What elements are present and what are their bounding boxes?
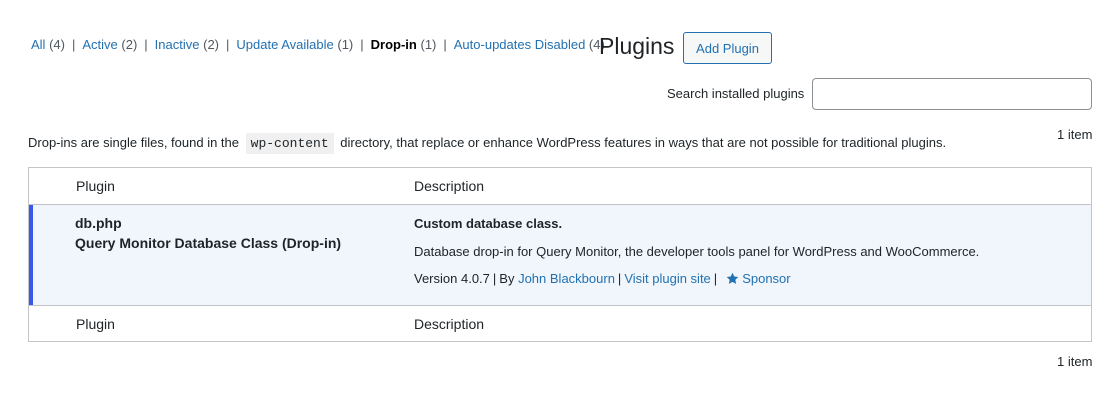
plugin-status-filters: All (4) | Active (2) | Inactive (2) | Update A…: [31, 37, 605, 53]
filter-update-available-link[interactable]: Update Available: [236, 37, 333, 52]
filter-autoupdates-disabled-link[interactable]: Auto-updates Disabled: [454, 37, 586, 52]
filter-dropin-count: (1): [420, 37, 437, 52]
dropins-note-after: directory, that replace or enhance WordP…: [340, 135, 947, 150]
filter-separator: |: [144, 37, 148, 52]
plugin-file-name: db.php: [75, 215, 122, 231]
filter-active-link[interactable]: Active: [82, 37, 117, 52]
filter-separator: |: [226, 37, 230, 52]
sponsor-label: Sponsor: [742, 271, 791, 286]
filter-separator: |: [71, 37, 76, 52]
filter-inactive-count: (2): [203, 37, 219, 52]
meta-separator: |: [492, 271, 497, 286]
filter-update-available-count: (1): [337, 37, 354, 52]
table-footer: Plugin Description: [29, 305, 1091, 342]
plugin-description-title: Custom database class.: [414, 216, 563, 231]
column-footer-description: Description: [414, 316, 485, 332]
filter-all: All (4): [31, 37, 65, 52]
filter-separator: |: [360, 37, 364, 52]
filter-active: Active (2): [82, 37, 137, 52]
dropins-note-before: Drop-ins are single files, found in the: [28, 135, 240, 150]
plugin-name: Query Monitor Database Class (Drop-in): [75, 235, 342, 251]
filter-inactive-link[interactable]: Inactive: [155, 37, 200, 52]
plugin-meta: Version 4.0.7 | By John Blackbourn | Visit p…: [414, 271, 791, 286]
plugin-description-text: Database drop-in for Query Monitor, the …: [414, 244, 980, 259]
filter-autoupdates-disabled: Auto-updates Disabled (4): [454, 37, 605, 52]
filter-separator: |: [443, 37, 447, 52]
wp-content-code: wp-content: [245, 133, 334, 154]
filter-dropin: Drop-in (1): [371, 37, 437, 52]
filter-inactive: Inactive (2): [155, 37, 219, 52]
item-count-bottom: 1 item: [1057, 354, 1093, 369]
plugin-version: Version 4.0.7: [414, 271, 490, 286]
column-header-plugin: Plugin: [76, 178, 115, 194]
filter-all-count: (4): [49, 37, 65, 52]
filter-active-count: (2): [121, 37, 138, 52]
table-header: Plugin Description: [29, 168, 1091, 205]
meta-separator: |: [713, 271, 718, 286]
plugins-table: Plugin Description db.php Query Monitor …: [28, 167, 1092, 342]
item-count-top: 1 item: [1057, 127, 1093, 142]
filter-all-link[interactable]: All: [31, 37, 45, 52]
search-input[interactable]: [812, 78, 1092, 110]
add-plugin-button[interactable]: Add Plugin: [683, 32, 772, 64]
column-footer-plugin: Plugin: [76, 316, 115, 332]
filter-update-available: Update Available (1): [236, 37, 353, 52]
meta-separator: |: [617, 271, 622, 286]
column-header-description: Description: [414, 178, 485, 194]
sponsor-link[interactable]: Sponsor: [720, 271, 791, 286]
search-label: Search installed plugins: [667, 86, 805, 101]
star-icon: [726, 272, 739, 284]
plugin-author-link[interactable]: John Blackbourn: [518, 271, 615, 286]
visit-plugin-site-link[interactable]: Visit plugin site: [624, 271, 710, 286]
dropins-description: Drop-ins are single files, found in the …: [28, 133, 946, 154]
page-title: Plugins: [599, 33, 675, 59]
filter-dropin-current[interactable]: Drop-in: [371, 37, 417, 52]
plugin-by: By: [499, 271, 515, 286]
table-row: db.php Query Monitor Database Class (Dro…: [29, 205, 1091, 305]
